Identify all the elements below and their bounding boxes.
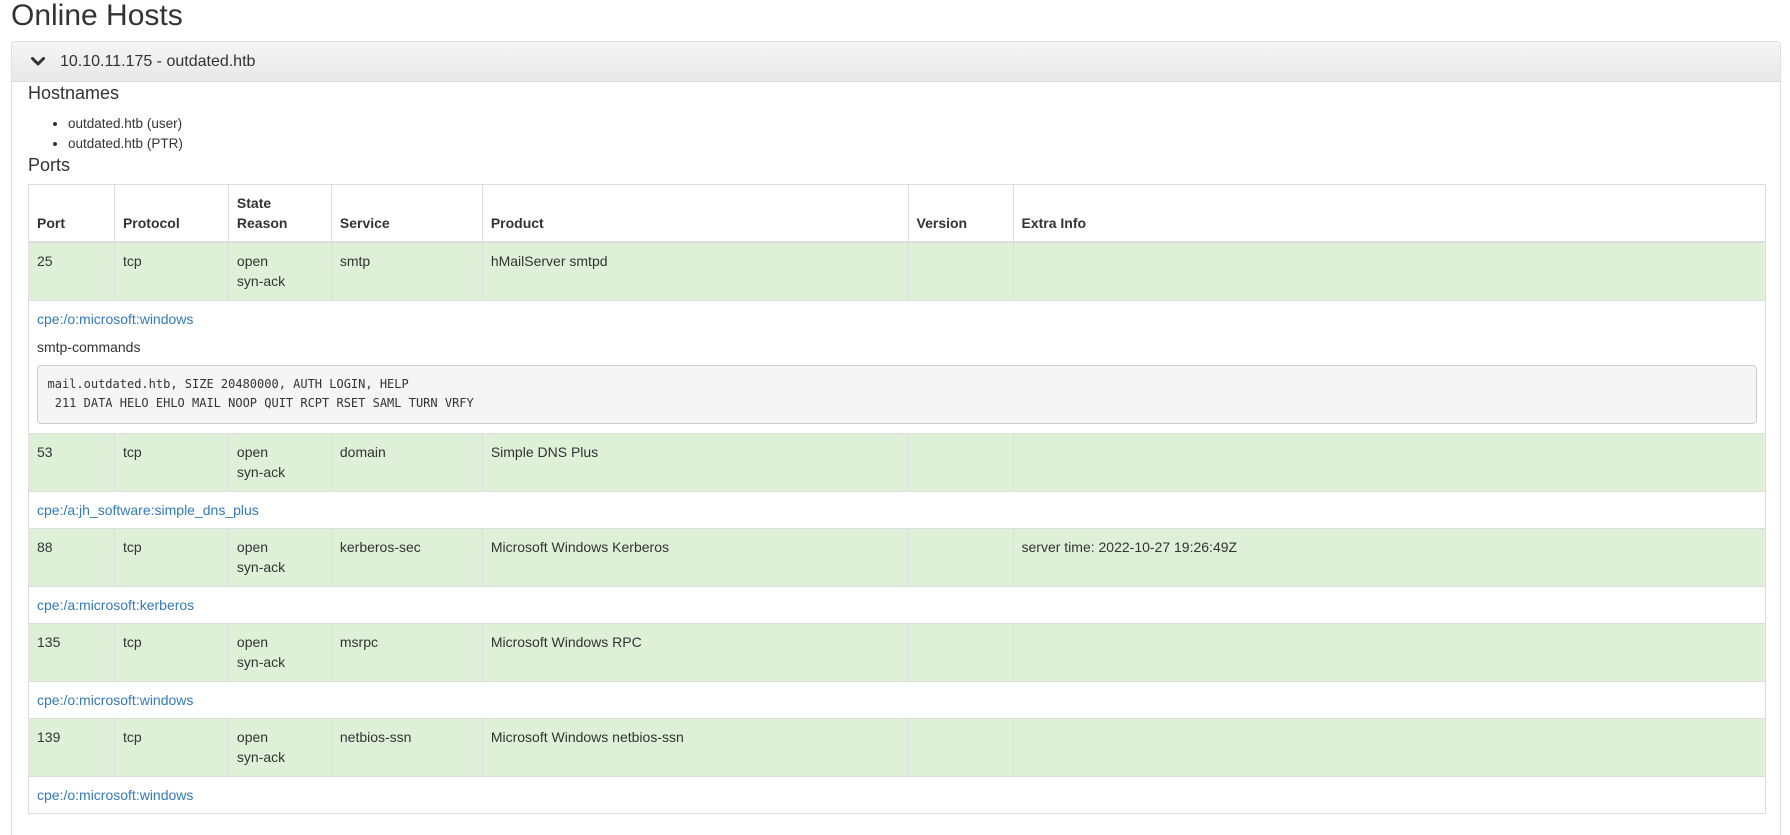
cell-extra-info: server time: 2022-10-27 19:26:49Z xyxy=(1012,527,1766,587)
cell-version xyxy=(907,241,1014,301)
cpe-link[interactable]: cpe:/o:microsoft:windows xyxy=(37,692,193,708)
cell-extra-info xyxy=(1012,717,1766,777)
cell-version xyxy=(907,717,1014,777)
cell-product: Simple DNS Plus xyxy=(481,432,909,492)
cell-state: open syn-ack xyxy=(227,527,332,587)
port-detail-row: cpe:/a:jh_software:simple_dns_plus xyxy=(28,490,1766,529)
port-detail-row: cpe:/o:microsoft:windows xyxy=(28,775,1766,814)
hostnames-list: outdated.htb (user) outdated.htb (PTR) xyxy=(28,114,1764,154)
hostnames-title: Hostnames xyxy=(28,83,120,103)
cell-protocol: tcp xyxy=(113,622,229,682)
col-header-product[interactable]: Product xyxy=(481,184,909,243)
cell-product: Microsoft Windows Kerberos xyxy=(481,527,909,587)
ports-title: Ports xyxy=(28,155,71,175)
cell-version xyxy=(907,432,1014,492)
cell-product: Microsoft Windows netbios-ssn xyxy=(481,717,909,777)
cell-port: 53 xyxy=(28,432,115,492)
cell-extra-info xyxy=(1012,622,1766,682)
cell-protocol: tcp xyxy=(113,241,229,301)
table-row: 139 tcp open syn-ack netbios-ssn Microsof… xyxy=(28,717,1766,777)
port-detail-cell: cpe:/a:jh_software:simple_dns_plus xyxy=(28,490,1766,529)
state-value: open xyxy=(236,443,269,460)
cell-state: open syn-ack xyxy=(227,241,332,301)
col-header-state[interactable]: State Reason xyxy=(227,184,332,243)
cpe-link[interactable]: cpe:/a:jh_software:simple_dns_plus xyxy=(37,502,259,518)
col-header-version[interactable]: Version xyxy=(907,184,1014,243)
cpe-link[interactable]: cpe:/a:microsoft:kerberos xyxy=(37,597,194,613)
cell-extra-info xyxy=(1012,241,1766,301)
hostname-item: outdated.htb (user) xyxy=(68,114,1764,134)
state-value: open xyxy=(236,538,269,555)
state-value: open xyxy=(236,633,269,650)
port-detail-row: cpe:/a:microsoft:kerberos xyxy=(28,585,1766,624)
reason-value: syn-ack xyxy=(236,273,286,289)
host-heading[interactable]: 10.10.11.175 - outdated.htb xyxy=(60,53,255,71)
port-detail-row: cpe:/o:microsoft:windows smtp-commands m… xyxy=(28,299,1766,434)
table-header-row: Port Protocol State Reason Service Produc… xyxy=(28,184,1766,243)
script-output: mail.outdated.htb, SIZE 20480000, AUTH L… xyxy=(37,364,1757,424)
cell-service: domain xyxy=(330,432,483,492)
cell-protocol: tcp xyxy=(113,717,229,777)
port-detail-cell: cpe:/a:microsoft:kerberos xyxy=(28,585,1766,624)
reason-value: syn-ack xyxy=(236,558,286,575)
cell-extra-info xyxy=(1012,432,1766,492)
port-detail-cell: cpe:/o:microsoft:windows xyxy=(28,775,1766,814)
table-row: 88 tcp open syn-ack kerberos-sec Microsof… xyxy=(28,527,1766,587)
port-detail-cell: cpe:/o:microsoft:windows smtp-commands m… xyxy=(28,299,1766,434)
reason-value: syn-ack xyxy=(236,463,286,480)
table-row: 135 tcp open syn-ack msrpc Microsoft Wind… xyxy=(28,622,1766,682)
script-name: smtp-commands xyxy=(37,338,141,355)
col-header-reason-label: Reason xyxy=(236,215,288,231)
port-detail-row: cpe:/o:microsoft:windows xyxy=(28,680,1766,719)
cell-port: 25 xyxy=(28,241,115,301)
reason-value: syn-ack xyxy=(236,748,286,765)
port-detail-cell: cpe:/o:microsoft:windows xyxy=(28,680,1766,719)
state-value: open xyxy=(236,728,269,745)
page-title: Online Hosts xyxy=(11,0,183,32)
cell-port: 135 xyxy=(28,622,115,682)
host-panel-heading[interactable]: 10.10.11.175 - outdated.htb xyxy=(12,42,1780,82)
cell-version xyxy=(907,622,1014,682)
col-header-extra-info[interactable]: Extra Info xyxy=(1012,184,1766,243)
cell-port: 139 xyxy=(28,717,115,777)
cpe-link[interactable]: cpe:/o:microsoft:windows xyxy=(37,311,193,327)
cell-product: hMailServer smtpd xyxy=(481,241,909,301)
ports-table: Port Protocol State Reason Service Produc… xyxy=(28,184,1766,814)
cell-protocol: tcp xyxy=(113,527,229,587)
cell-state: open syn-ack xyxy=(227,622,332,682)
cell-service: smtp xyxy=(330,241,483,301)
host-panel: 10.10.11.175 - outdated.htb Hostnames ou… xyxy=(11,41,1781,835)
col-header-state-label: State xyxy=(236,195,272,211)
cell-service: kerberos-sec xyxy=(330,527,483,587)
cell-service: msrpc xyxy=(330,622,483,682)
host-panel-body: Hostnames outdated.htb (user) outdated.h… xyxy=(12,82,1780,814)
state-value: open xyxy=(236,253,269,269)
col-header-port[interactable]: Port xyxy=(28,184,115,243)
table-row: 25 tcp open syn-ack smtp hMailServer smtp… xyxy=(28,241,1766,301)
chevron-down-icon[interactable] xyxy=(28,52,48,72)
cell-state: open syn-ack xyxy=(227,717,332,777)
col-header-service[interactable]: Service xyxy=(330,184,483,243)
cell-protocol: tcp xyxy=(113,432,229,492)
reason-value: syn-ack xyxy=(236,653,286,670)
hostname-item: outdated.htb (PTR) xyxy=(68,134,1764,154)
cpe-link[interactable]: cpe:/o:microsoft:windows xyxy=(37,787,193,803)
col-header-protocol[interactable]: Protocol xyxy=(113,184,229,243)
cell-product: Microsoft Windows RPC xyxy=(481,622,909,682)
cell-port: 88 xyxy=(28,527,115,587)
page: Online Hosts 10.10.11.175 - outdated.htb… xyxy=(0,0,1790,835)
table-row: 53 tcp open syn-ack domain Simple DNS Plu… xyxy=(28,432,1766,492)
cell-state: open syn-ack xyxy=(227,432,332,492)
cell-version xyxy=(907,527,1014,587)
cell-service: netbios-ssn xyxy=(330,717,483,777)
